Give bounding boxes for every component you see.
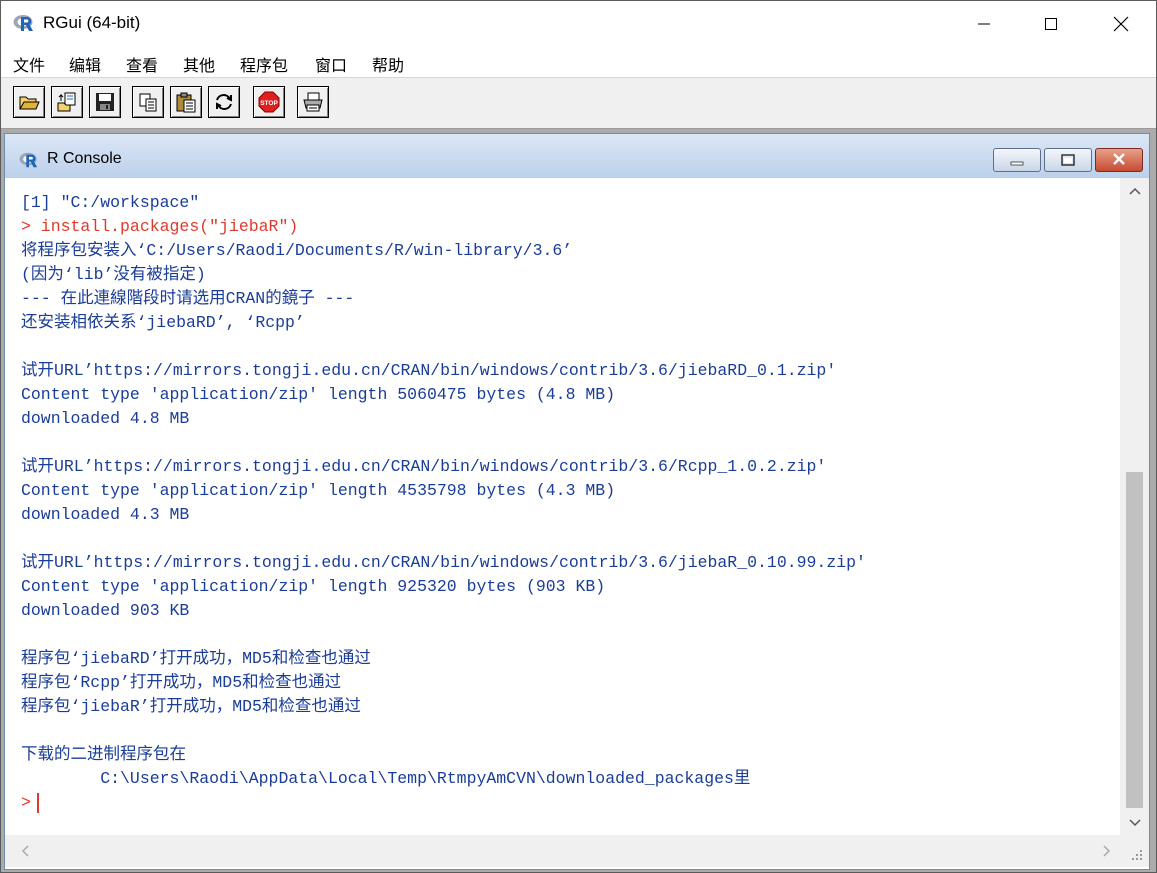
console-titlebar[interactable]: R Console — [5, 134, 1149, 179]
menu-edit[interactable]: 编辑 — [69, 52, 101, 76]
menu-view[interactable]: 查看 — [126, 52, 158, 76]
scroll-right-icon[interactable] — [1099, 844, 1113, 858]
console-minimize-button[interactable] — [993, 148, 1041, 172]
app-title: RGui (64-bit) — [43, 13, 141, 32]
scroll-left-icon[interactable] — [19, 844, 33, 858]
console-close-button[interactable] — [1095, 148, 1143, 172]
mdi-client-area: R Console [1] "C:/workspace" > install.pa… — [1, 129, 1156, 872]
stop-icon: STOP — [258, 91, 280, 113]
console-output-line: 程序包‘jiebaRD’打开成功，MD5和检查也通过 — [21, 649, 371, 668]
menu-misc[interactable]: 其他 — [183, 52, 215, 76]
console-output-line: (因为‘lib’没有被指定) — [21, 265, 206, 284]
console-output-line: 程序包‘Rcpp’打开成功，MD5和检查也通过 — [21, 673, 342, 692]
toolbar: STOP — [1, 78, 1156, 129]
load-workspace-button[interactable] — [51, 86, 83, 118]
close-button[interactable] — [1095, 1, 1147, 47]
resize-grip-icon — [1132, 850, 1142, 860]
console-output-line: 下载的二进制程序包在 — [21, 745, 186, 764]
console-output-line: 程序包‘jiebaR’打开成功，MD5和检查也通过 — [21, 697, 361, 716]
minimize-icon — [1010, 161, 1024, 166]
r-logo-icon — [13, 15, 33, 31]
menu-help[interactable]: 帮助 — [372, 52, 404, 76]
console-output-line: Content type 'application/zip' length 50… — [21, 385, 616, 404]
paste-icon — [176, 92, 196, 113]
stop-button[interactable]: STOP — [253, 86, 285, 118]
load-workspace-icon — [57, 92, 76, 112]
console-output-line: 还安装相依关系‘jiebaRD’, ‘Rcpp’ — [21, 313, 305, 332]
vertical-scroll-thumb[interactable] — [1126, 472, 1143, 808]
horizontal-scrollbar[interactable] — [5, 835, 1120, 867]
vertical-scrollbar[interactable] — [1120, 178, 1149, 839]
console-output-line: 将程序包安装入‘C:/Users/Raodi/Documents/R/win-l… — [21, 241, 573, 260]
scroll-down-icon[interactable] — [1128, 816, 1142, 830]
minimize-button[interactable] — [958, 1, 1010, 47]
menu-packages[interactable]: 程序包 — [240, 52, 288, 76]
console-title: R Console — [47, 150, 122, 167]
refresh-button[interactable] — [208, 86, 240, 118]
console-output-line: 试开URL’https://mirrors.tongji.edu.cn/CRAN… — [21, 361, 837, 380]
app-titlebar[interactable]: RGui (64-bit) — [1, 1, 1156, 47]
copy-button[interactable] — [132, 86, 164, 118]
r-logo-icon — [19, 152, 38, 168]
scroll-up-icon[interactable] — [1128, 184, 1142, 198]
copy-icon — [139, 93, 157, 112]
stop-label: STOP — [260, 100, 278, 107]
save-workspace-button[interactable] — [89, 86, 121, 118]
console-output-line: downloaded 903 KB — [21, 601, 190, 620]
save-workspace-icon — [96, 93, 114, 111]
close-icon — [1113, 16, 1129, 32]
console-output-line: [1] "C:/workspace" — [21, 193, 200, 212]
console-restore-button[interactable] — [1044, 148, 1092, 172]
maximize-icon — [1045, 18, 1057, 30]
console-command-line: > install.packages("jiebaR") — [21, 217, 299, 236]
refresh-icon — [216, 94, 232, 110]
menu-bar: 文件 编辑 查看 其他 程序包 窗口 帮助 — [1, 47, 1156, 78]
print-icon — [303, 92, 323, 112]
console-output-line: Content type 'application/zip' length 92… — [21, 577, 606, 596]
console-output[interactable]: [1] "C:/workspace" > install.packages("ji… — [5, 178, 1120, 835]
open-script-icon — [19, 96, 40, 110]
r-console-window: R Console [1] "C:/workspace" > install.pa… — [4, 133, 1150, 870]
menu-file[interactable]: 文件 — [13, 52, 45, 76]
paste-button[interactable] — [170, 86, 202, 118]
maximize-button[interactable] — [1025, 1, 1077, 47]
menu-windows[interactable]: 窗口 — [315, 52, 347, 76]
console-output-line: --- 在此連線階段时请选用CRAN的鏡子 --- — [21, 289, 355, 308]
console-output-line: C:\Users\Raodi\AppData\Local\Temp\RtmpyA… — [21, 769, 751, 788]
console-output-line: downloaded 4.3 MB — [21, 505, 190, 524]
text-caret — [36, 792, 39, 813]
resize-grip[interactable] — [1120, 839, 1149, 867]
prompt-symbol: > — [21, 793, 31, 812]
console-output-line: Content type 'application/zip' length 45… — [21, 481, 616, 500]
print-button[interactable] — [297, 86, 329, 118]
console-output-line: downloaded 4.8 MB — [21, 409, 190, 428]
rgui-window: RGui (64-bit) 文件 编辑 查看 其他 程序包 窗口 帮助 STOP… — [0, 0, 1157, 873]
minimize-icon — [978, 23, 990, 25]
console-output-line: 试开URL’https://mirrors.tongji.edu.cn/CRAN… — [21, 553, 866, 572]
console-output-line: 试开URL’https://mirrors.tongji.edu.cn/CRAN… — [21, 457, 827, 476]
console-prompt[interactable]: > — [21, 791, 39, 815]
restore-icon — [1061, 154, 1075, 166]
open-script-button[interactable] — [13, 86, 45, 118]
close-icon — [1113, 153, 1125, 165]
